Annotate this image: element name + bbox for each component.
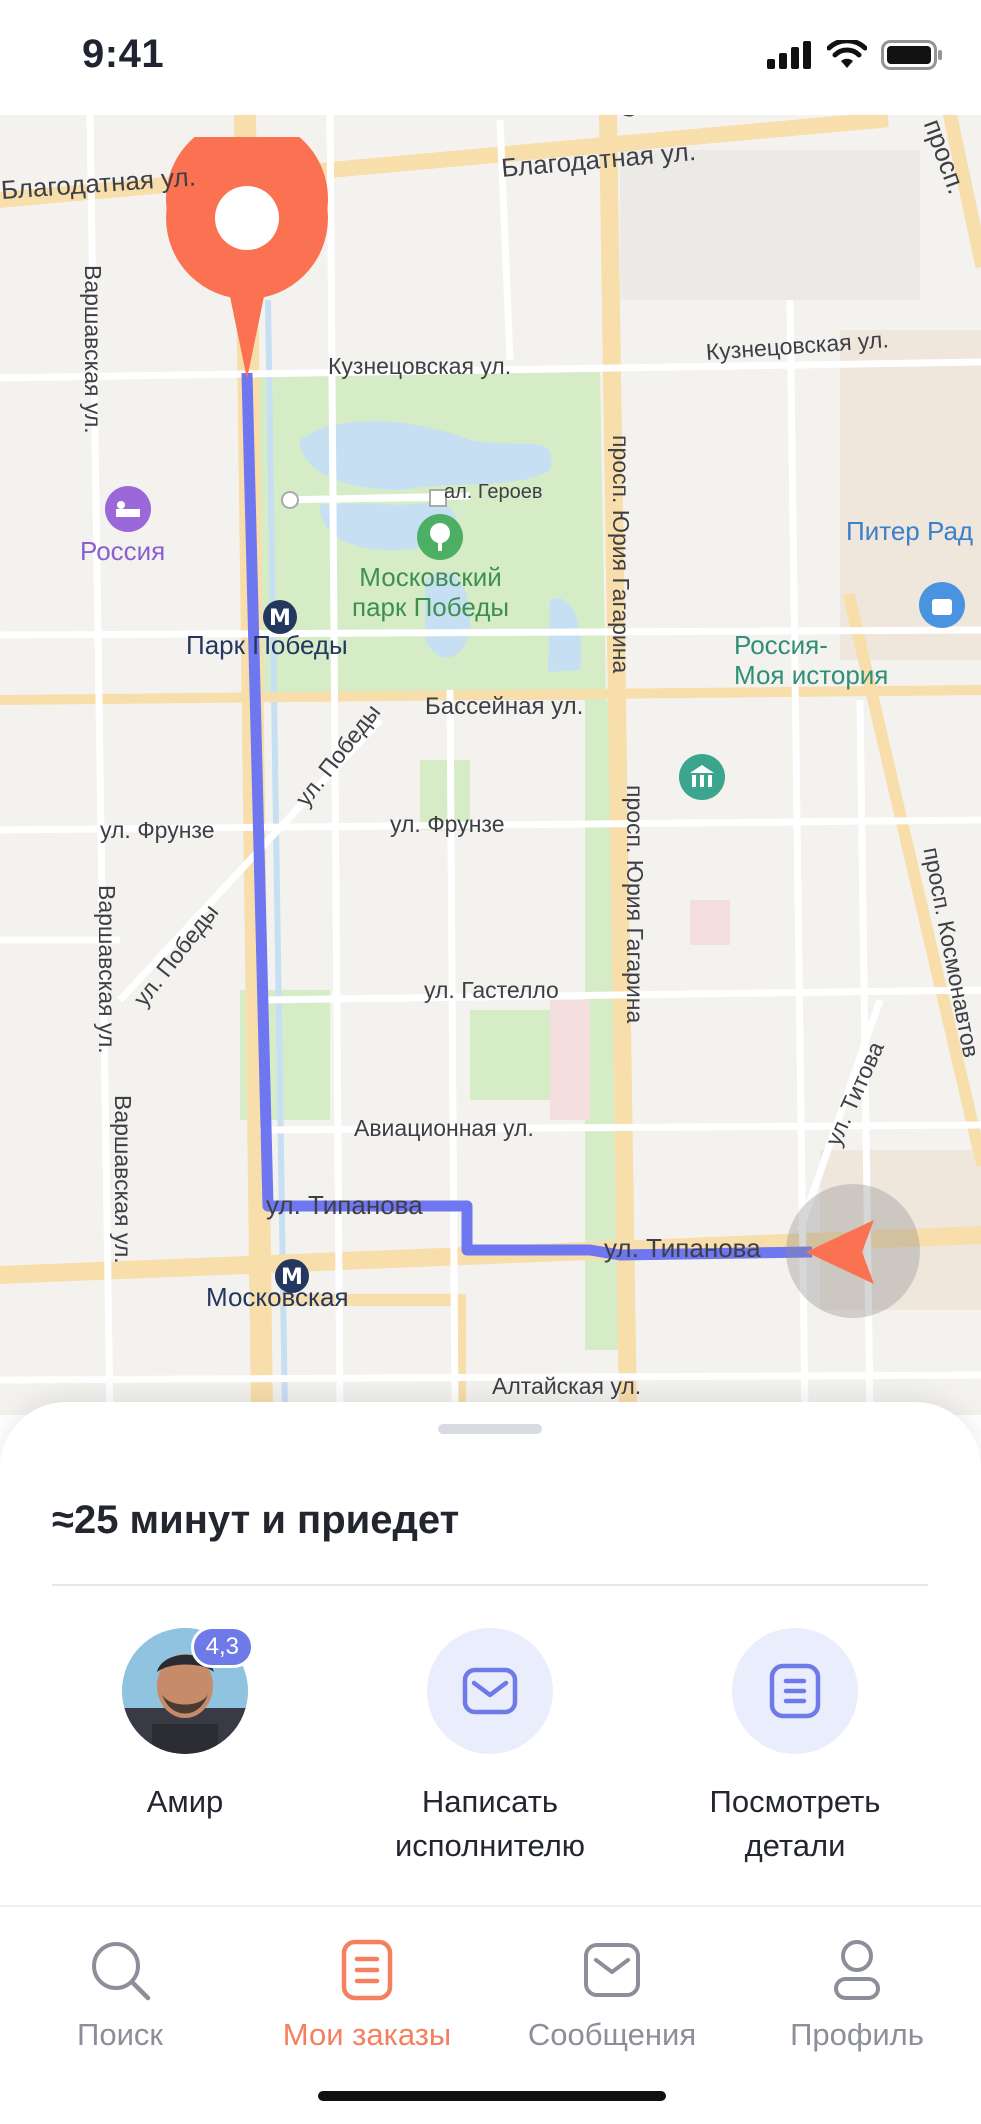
eta-title: ≈25 минут и приедет [52,1498,460,1542]
status-icons [767,40,943,70]
signal-icon [767,41,811,69]
street-label: ул. Фрунзе [390,811,505,837]
poi-shop-label: Питер Рад [846,516,974,546]
street-label: ал. Героев [444,481,543,503]
tab-my-orders[interactable]: Мои заказы [247,1935,487,2053]
rating-badge: 4,3 [190,1626,254,1668]
museum-icon [679,754,725,800]
hotel-icon [105,486,151,532]
poi-park-label: Московский парк Победы [352,562,510,622]
tab-messages[interactable]: Сообщения [492,1935,732,2053]
status-bar: 9:41 [0,0,981,115]
avatar[interactable]: 4,3 [122,1626,254,1754]
courier-location-marker [786,1184,920,1318]
tab-bar: Поиск Мои заказы Сообщения Профиль [0,1905,981,2124]
street-label: Авиационная ул. [354,1115,534,1141]
street-label: просп. Юрия Гагарина [608,435,634,674]
tab-profile[interactable]: Профиль [737,1935,977,2053]
poi-hotel-label: Россия [80,536,166,566]
street-label: ул. Типанова [266,1190,423,1220]
street-label: Бассейная ул. [425,693,584,720]
tab-search[interactable]: Поиск [0,1935,240,2053]
messages-icon [584,1943,640,1997]
street-label: просп. Юрия Гагарина [622,785,648,1024]
courier-name: Амир [146,1784,224,1819]
shop-icon [919,582,965,628]
message-executor-button[interactable]: Написать исполнителю [360,1628,620,1868]
search-icon [92,1942,151,2001]
street-label: Варшавская ул. [94,885,120,1054]
park-icon [417,514,463,560]
message-executor-label: Написать исполнителю [394,1784,586,1863]
envelope-icon [462,1667,518,1715]
battery-icon [881,40,942,70]
message-icon-circle[interactable] [427,1628,553,1754]
poi-metro-label: Московская [206,1282,349,1312]
navigation-arrow-icon [806,1220,874,1284]
document-icon [769,1663,821,1719]
street-label: ул. Гастелло [424,977,559,1003]
view-details-button[interactable]: Посмотреть детали [665,1628,925,1868]
status-time: 9:41 [82,32,165,76]
poi-metro-label: Парк Победы [186,630,348,660]
map-view[interactable]: M M Благодатная ул. Благодатная ул. Кузн… [0,115,981,1415]
sheet-grabber[interactable] [438,1424,542,1434]
tab-my-orders-label: Мои заказы [282,2017,452,2052]
street-label: ул. Типанова [604,1233,761,1263]
profile-icon [834,1940,880,2000]
tab-profile-label: Профиль [790,2017,924,2052]
divider [52,1584,928,1586]
details-icon-circle[interactable] [732,1628,858,1754]
wifi-icon [827,40,867,68]
tab-search-label: Поиск [77,2017,163,2052]
street-label: Кузнецовская ул. [328,353,512,379]
svg-text:M: M [269,606,291,631]
tab-messages-label: Сообщения [527,2017,697,2052]
home-indicator [318,2091,666,2101]
street-label: Варшавская ул. [110,1095,136,1264]
street-label: Варшавская ул. [80,265,106,434]
poi-museum-label: Россия- Моя история [734,630,889,690]
street-label: Алтайская ул. [492,1373,642,1399]
street-label: ул. Фрунзе [100,817,215,843]
view-details-label: Посмотреть детали [709,1784,881,1863]
orders-icon [341,1939,393,2001]
courier-profile-button[interactable]: 4,3 Амир [55,1626,315,1824]
